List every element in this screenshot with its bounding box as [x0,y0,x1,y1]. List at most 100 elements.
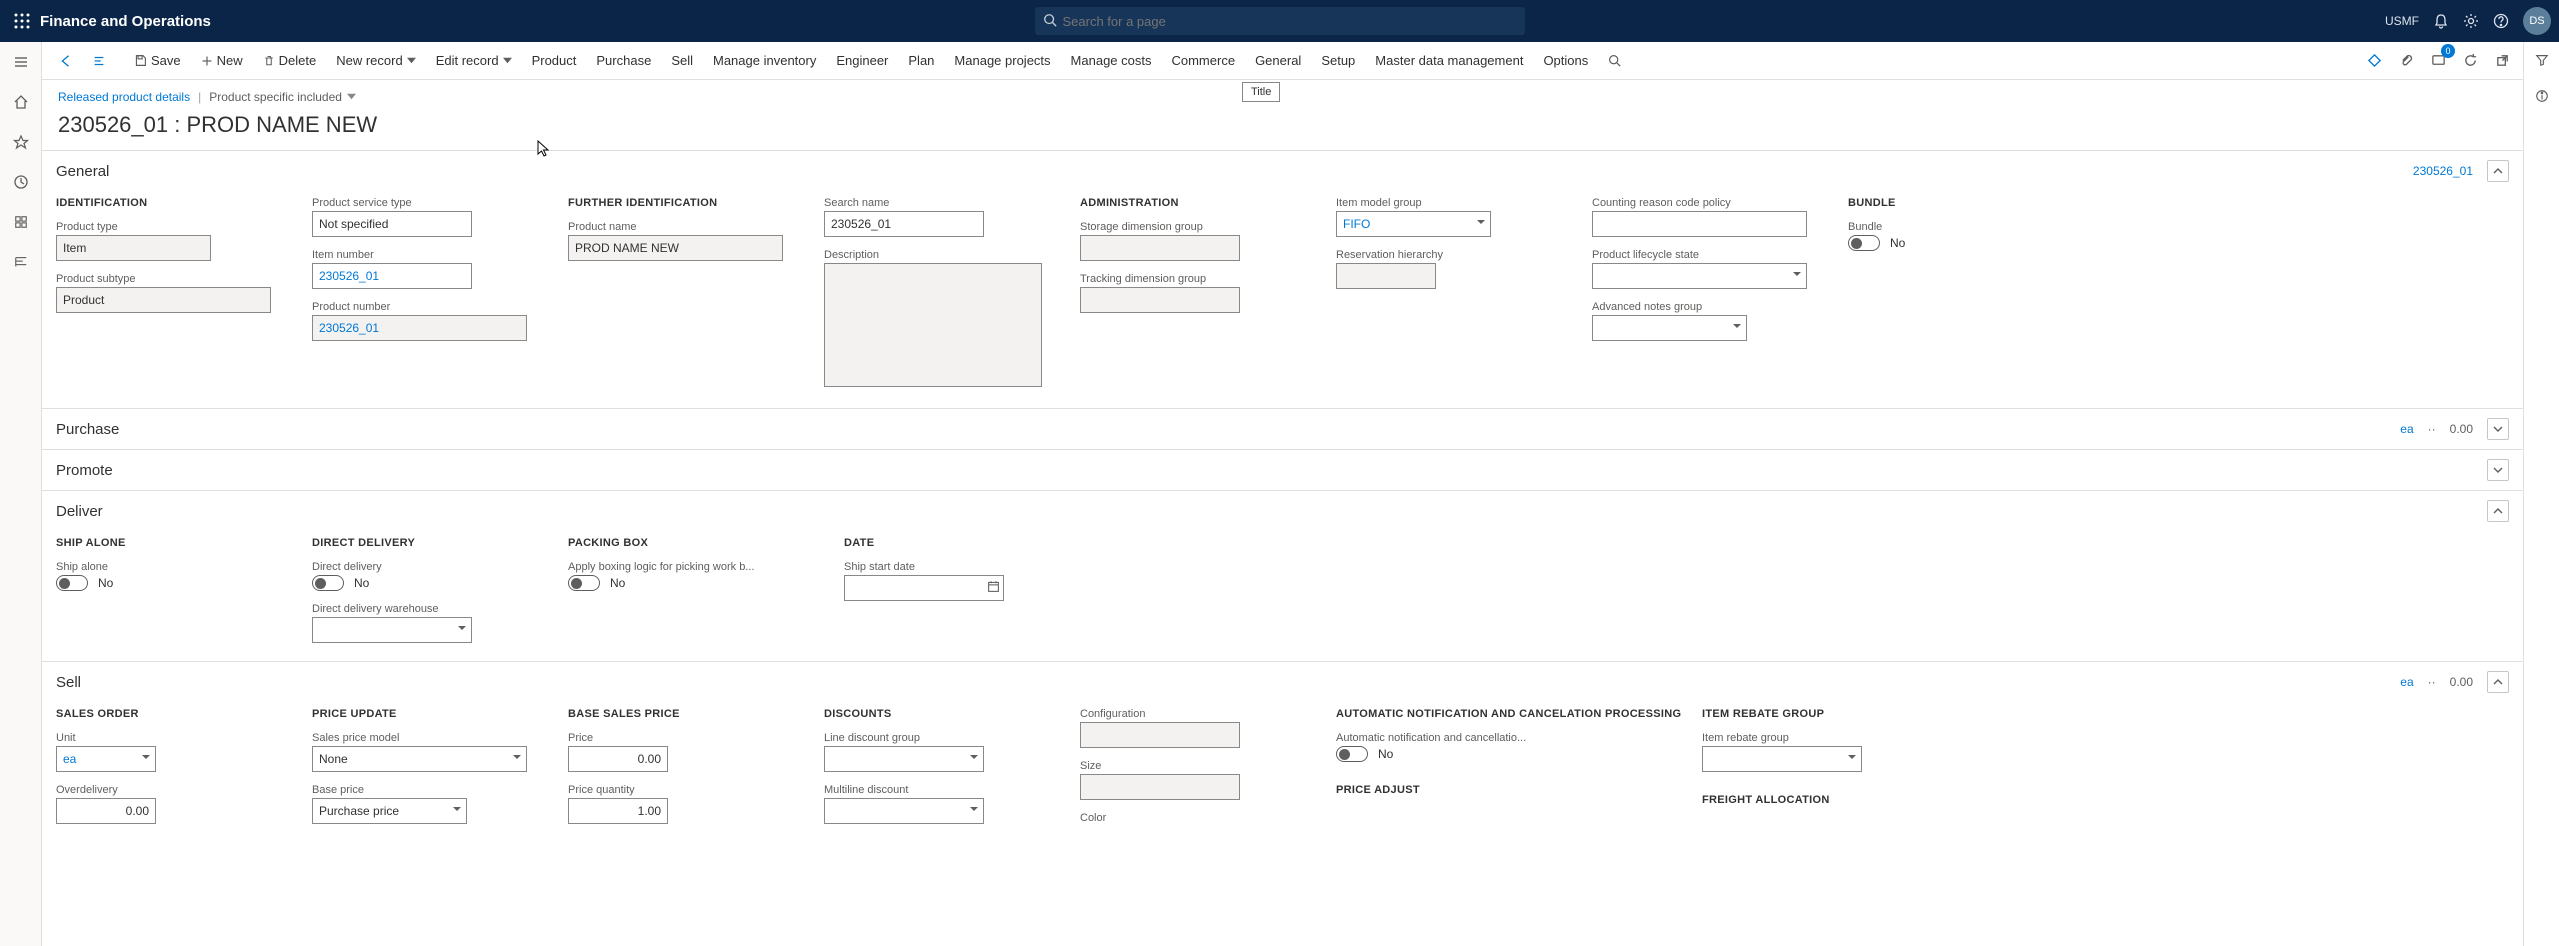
purchase-header[interactable]: Purchase ea ·· 0.00 [56,409,2509,449]
help-icon[interactable] [2493,13,2509,29]
item-number-input[interactable] [312,263,472,289]
workspace-icon[interactable] [7,208,35,236]
tab-general[interactable]: General [1247,49,1309,72]
hamburger-icon[interactable] [7,48,35,76]
chevron-up-icon[interactable] [2487,671,2509,693]
direct-delivery-toggle[interactable]: No [312,575,532,591]
delete-button[interactable]: Delete [255,49,325,72]
sell-header[interactable]: Sell ea ·· 0.00 [56,662,2509,702]
tab-manage-inventory[interactable]: Manage inventory [705,49,824,72]
tracking-dim-input[interactable] [1080,287,1240,313]
messages-icon[interactable]: 0 [2425,48,2451,74]
bundle-hdr: BUNDLE [1848,197,2068,209]
reservation-input[interactable] [1336,263,1436,289]
multiline-disc-input[interactable] [824,798,984,824]
tab-master-data[interactable]: Master data management [1367,49,1531,72]
configuration-input[interactable] [1080,722,1240,748]
tab-purchase[interactable]: Purchase [588,49,659,72]
attachments-icon[interactable] [2393,48,2419,74]
multiline-disc-field: Multiline discount [824,784,1044,824]
product-name-label: Product name [568,221,788,233]
related-info-icon[interactable] [2530,84,2554,108]
packing-toggle[interactable]: No [568,575,808,591]
clock-icon[interactable] [7,168,35,196]
search-box[interactable] [1035,7,1525,35]
app-launcher-icon[interactable] [8,7,36,35]
description-input[interactable] [824,263,1042,387]
size-input[interactable] [1080,774,1240,800]
breadcrumb-link[interactable]: Released product details [58,90,190,104]
deliver-header[interactable]: Deliver [56,491,2509,531]
sales-price-model-input[interactable] [312,746,527,772]
product-number-input[interactable] [312,315,527,341]
tab-commerce[interactable]: Commerce [1163,49,1243,72]
bell-icon[interactable] [2433,13,2449,29]
chevron-up-icon[interactable] [2487,160,2509,182]
popout-icon[interactable] [2489,48,2515,74]
bundle-toggle[interactable]: No [1848,235,2068,251]
base-price-input[interactable] [312,798,467,824]
auto-value: No [1378,747,1393,761]
breadcrumb-view[interactable]: Product specific included [209,90,356,104]
lifecycle-input[interactable] [1592,263,1807,289]
tab-manage-projects[interactable]: Manage projects [946,49,1058,72]
user-avatar[interactable]: DS [2523,7,2551,35]
configuration-label: Configuration [1080,708,1300,720]
ship-date-input[interactable] [844,575,1004,601]
product-name-input[interactable] [568,235,783,261]
tab-product[interactable]: Product [524,49,585,72]
legal-entity[interactable]: USMF [2385,14,2419,28]
line-disc-input[interactable] [824,746,984,772]
service-type-input[interactable] [312,211,472,237]
back-button[interactable] [50,50,80,72]
ship-alone-value: No [98,576,113,590]
price-qty-input[interactable] [568,798,668,824]
counting-reason-input[interactable] [1592,211,1807,237]
general-title: General [56,163,109,180]
ship-alone-toggle[interactable]: No [56,575,276,591]
adv-notes-input[interactable] [1592,315,1747,341]
search-name-input[interactable] [824,211,984,237]
toolbar-search-icon[interactable] [1600,50,1629,71]
rebate-label: Item rebate group [1702,732,1922,744]
dd-warehouse-input[interactable] [312,617,472,643]
search-input[interactable] [1063,14,1517,29]
chevron-up-icon[interactable] [2487,500,2509,522]
save-button[interactable]: Save [126,49,189,72]
tab-manage-costs[interactable]: Manage costs [1063,49,1160,72]
config-col: Configuration Size Color [1080,708,1300,826]
overdelivery-input[interactable] [56,798,156,824]
tab-plan[interactable]: Plan [900,49,942,72]
toggle-switch-icon [56,575,88,591]
auto-toggle[interactable]: No [1336,746,1666,762]
rebate-input[interactable] [1702,746,1862,772]
general-header[interactable]: General 230526_01 [56,151,2509,191]
gear-icon[interactable] [2463,13,2479,29]
edit-pane-icon[interactable] [84,50,114,72]
home-icon[interactable] [7,88,35,116]
personalize-icon[interactable] [2361,48,2387,74]
modules-icon[interactable] [7,248,35,276]
edit-record-button[interactable]: Edit record [428,49,520,72]
unit-input[interactable] [56,746,156,772]
promote-header[interactable]: Promote [56,450,2509,490]
refresh-icon[interactable] [2457,48,2483,74]
tab-sell[interactable]: Sell [663,49,701,72]
product-subtype-input[interactable] [56,287,271,313]
new-button[interactable]: New [193,49,251,72]
chevron-down-icon[interactable] [2487,418,2509,440]
filter-icon[interactable] [2530,48,2554,72]
tab-setup[interactable]: Setup [1313,49,1363,72]
product-type-input[interactable] [56,235,211,261]
tab-options[interactable]: Options [1535,49,1596,72]
storage-dim-input[interactable] [1080,235,1240,261]
identification-hdr: IDENTIFICATION [56,197,276,209]
tab-engineer[interactable]: Engineer [828,49,896,72]
new-record-button[interactable]: New record [328,49,423,72]
ship-alone-hdr: SHIP ALONE [56,537,276,549]
chevron-down-icon[interactable] [2487,459,2509,481]
star-icon[interactable] [7,128,35,156]
base-price-label: Base price [312,784,532,796]
price-input[interactable] [568,746,668,772]
item-model-input[interactable] [1336,211,1491,237]
